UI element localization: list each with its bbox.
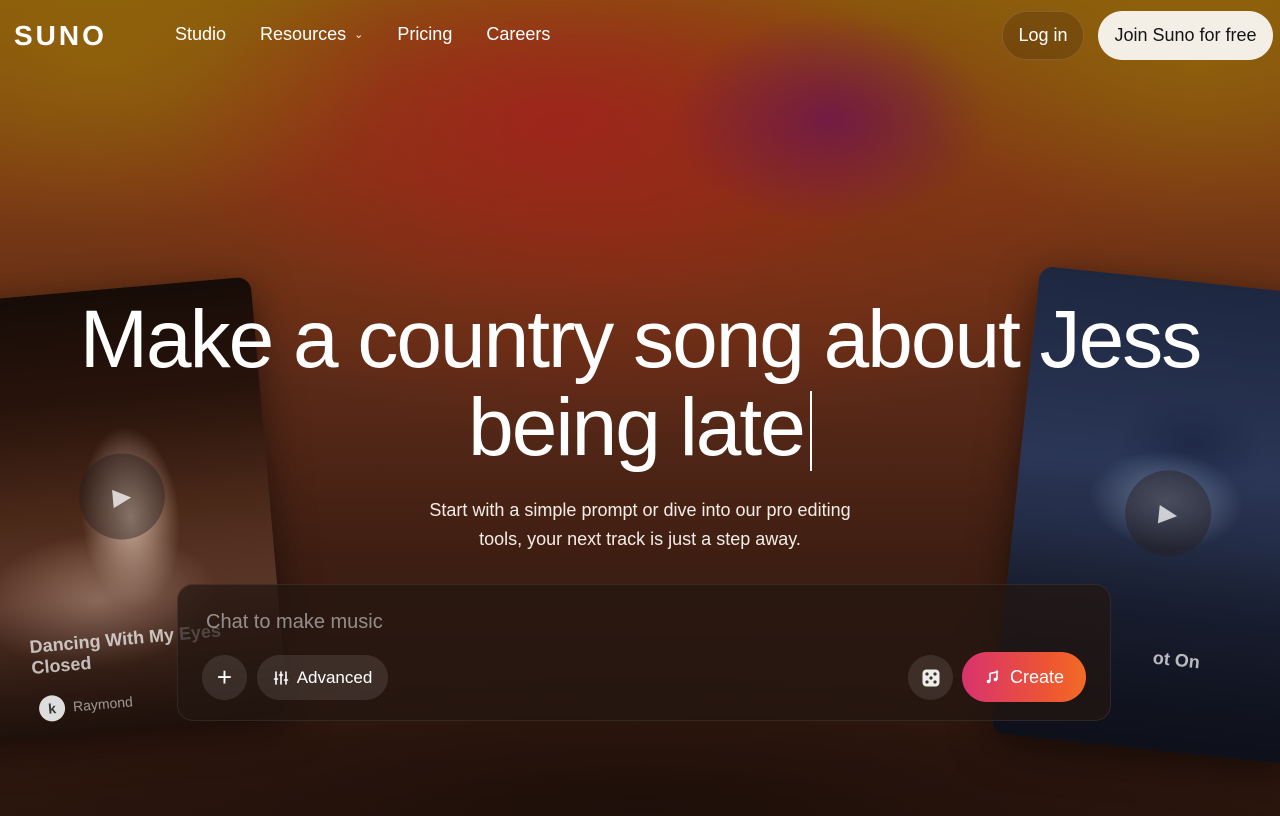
avatar: k: [38, 694, 67, 723]
nav-link-label: Careers: [486, 24, 551, 44]
dice-icon: [922, 669, 939, 686]
advanced-label: Advanced: [296, 667, 373, 687]
create-button[interactable]: Create: [962, 652, 1086, 702]
music-note-sparkle-icon: [986, 669, 999, 684]
song-artist: k Raymond: [38, 688, 134, 723]
hero-title-line2: being late: [468, 382, 806, 473]
top-nav: SUNO Studio Resources ⌄ Pricing Careers …: [0, 0, 1280, 72]
hero-subtitle-line2: tools, your next track is just a step aw…: [479, 529, 801, 549]
create-label: Create: [1009, 666, 1065, 687]
chevron-down-icon: ⌄: [354, 29, 364, 41]
hero-title-line1: Make a country song about Jess: [79, 294, 1203, 385]
advanced-button[interactable]: Advanced: [257, 655, 388, 700]
chat-input[interactable]: [206, 611, 906, 634]
login-button[interactable]: Log in: [1002, 11, 1084, 60]
typing-caret: [809, 391, 812, 471]
nav-link-label: Resources: [260, 24, 347, 44]
chat-composer: + Advanced: [177, 584, 1111, 721]
nav-link-studio[interactable]: Studio: [175, 24, 226, 45]
suno-logo[interactable]: SUNO: [14, 20, 107, 52]
hero-subtitle: Start with a simple prompt or dive into …: [0, 496, 1280, 554]
hero-subtitle-line1: Start with a simple prompt or dive into …: [429, 500, 851, 520]
nav-link-careers[interactable]: Careers: [486, 24, 550, 45]
hero-title: Make a country song about Jess being lat…: [0, 296, 1280, 472]
nav-links: Studio Resources ⌄ Pricing Careers: [175, 24, 550, 45]
join-free-button[interactable]: Join Suno for free: [1098, 11, 1273, 60]
plus-icon: +: [216, 662, 233, 692]
nav-link-label: Studio: [175, 24, 227, 44]
random-prompt-button[interactable]: [908, 655, 953, 700]
nav-link-label: Pricing: [397, 24, 453, 44]
artist-name: Raymond: [72, 693, 134, 715]
add-button[interactable]: +: [202, 655, 247, 700]
sliders-icon: [273, 670, 288, 685]
nav-link-resources[interactable]: Resources ⌄: [260, 24, 363, 45]
nav-link-pricing[interactable]: Pricing: [397, 24, 452, 45]
